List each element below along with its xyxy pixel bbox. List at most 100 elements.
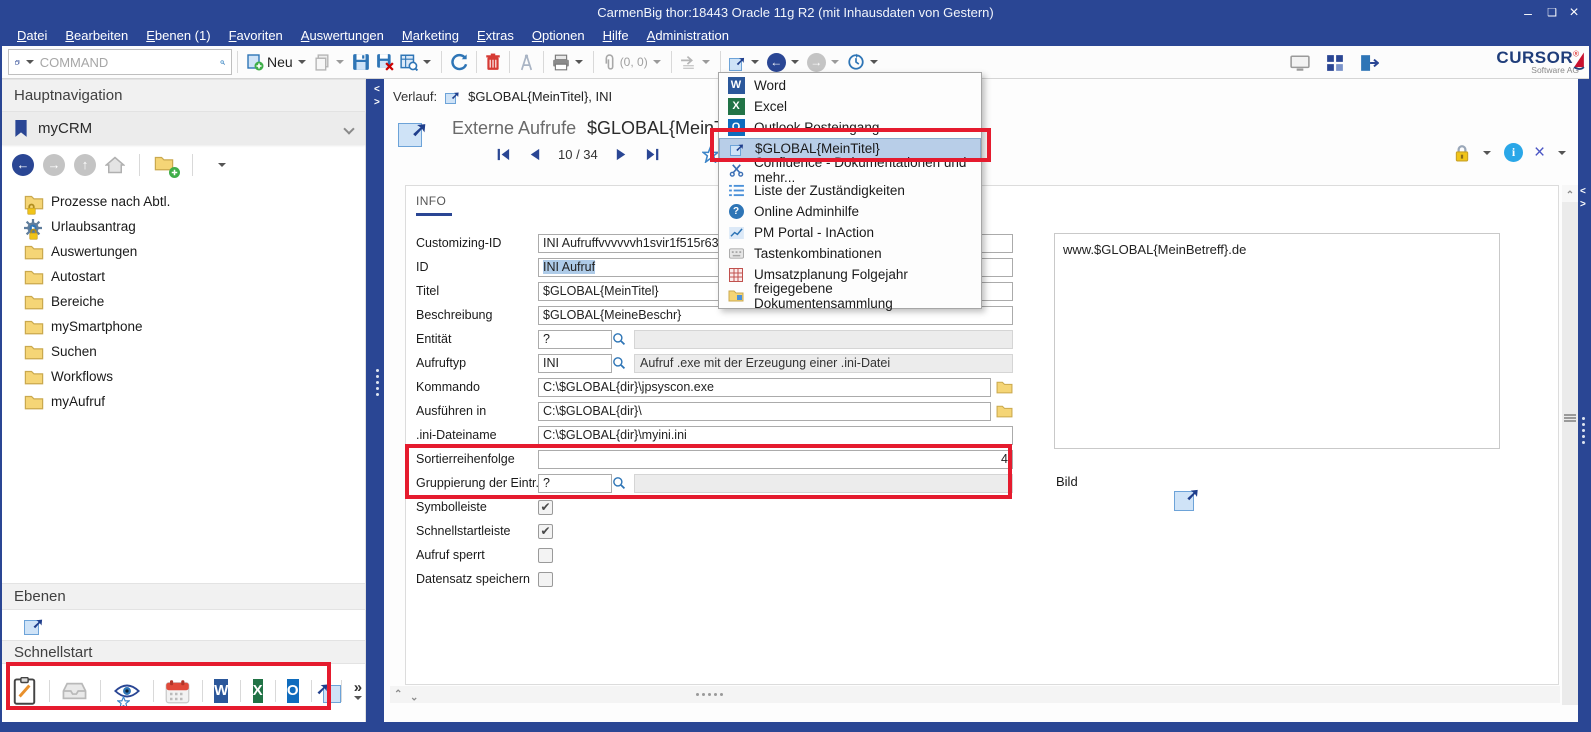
tiles-icon[interactable] — [1326, 54, 1344, 72]
send-dropdown-icon[interactable] — [702, 60, 710, 64]
tab-info[interactable]: INFO — [416, 194, 446, 208]
home-icon[interactable] — [105, 156, 125, 174]
previous-record-icon[interactable] — [528, 147, 541, 162]
forward-dropdown-icon[interactable] — [831, 60, 839, 64]
maximize-button[interactable]: ❑ — [1541, 5, 1563, 22]
copy-record-button[interactable] — [311, 52, 349, 73]
external-call-dropdown-icon[interactable] — [751, 60, 759, 64]
menu-extras[interactable]: Extras — [468, 26, 523, 46]
kommando-input[interactable]: C:\$GLOBAL{dir}\jpsyscon.exe — [538, 378, 991, 397]
schnellstartleiste-checkbox[interactable]: ✔ — [538, 524, 553, 539]
close-button[interactable]: × — [1563, 5, 1585, 22]
scrollbar-handle[interactable] — [1564, 413, 1576, 423]
menu-optionen[interactable]: Optionen — [523, 26, 594, 46]
relations-button[interactable] — [515, 52, 538, 73]
menu-favoriten[interactable]: Favoriten — [220, 26, 292, 46]
expand-right-icon[interactable]: > — [374, 98, 380, 108]
save-button[interactable] — [349, 51, 373, 73]
attachments-button[interactable]: (0, 0) — [599, 52, 666, 73]
collapse-left-icon[interactable]: < — [374, 85, 380, 95]
quickstart-watch-button[interactable] — [113, 682, 141, 700]
lock-dropdown-icon[interactable] — [1483, 151, 1491, 155]
monitor-icon[interactable] — [1290, 55, 1310, 72]
history-dropdown-icon[interactable] — [870, 60, 878, 64]
vertical-scrollbar[interactable]: ⌃ — [1562, 185, 1578, 705]
aufruftyp-lookup-button[interactable] — [612, 356, 634, 370]
panel-grip[interactable] — [696, 693, 723, 696]
quickstart-inbox-button[interactable] — [61, 681, 88, 701]
right-collapsed-panel[interactable]: < > — [1578, 79, 1589, 722]
attachments-dropdown-icon[interactable] — [653, 60, 661, 64]
chevron-down-icon[interactable] — [343, 123, 354, 134]
menu-ebenen[interactable]: Ebenen (1) — [137, 26, 219, 46]
external-call-button[interactable]: ➚ — [726, 52, 764, 73]
print-dropdown-icon[interactable] — [575, 60, 583, 64]
datensatz-speichern-checkbox[interactable] — [538, 572, 553, 587]
tree-item-myaufruf[interactable]: myAufruf — [2, 389, 365, 414]
command-input[interactable] — [40, 55, 216, 70]
scroll-up-button[interactable]: ⌃ — [1562, 185, 1578, 202]
tree-item-prozesse[interactable]: Prozesse nach Abtl. — [2, 189, 365, 214]
back-button[interactable]: ← — [764, 51, 804, 74]
menu-item-dokumentensammlung[interactable]: freigegebene Dokumentensammlung — [719, 285, 981, 306]
navigation-group-selector[interactable]: myCRM — [2, 112, 365, 145]
forward-button[interactable]: → — [804, 51, 844, 74]
menu-item-excel[interactable]: X Excel — [719, 96, 981, 117]
lock-icon[interactable] — [1454, 144, 1470, 162]
command-scope-dropdown-icon[interactable] — [26, 60, 34, 64]
tree-item-urlaubsantrag[interactable]: Urlaubsantrag — [2, 214, 365, 239]
menu-auswertungen[interactable]: Auswertungen — [292, 26, 393, 46]
kommando-browse-button[interactable] — [996, 380, 1013, 394]
next-record-icon[interactable] — [615, 147, 628, 162]
menu-item-tastenkombinationen[interactable]: Tastenkombinationen — [719, 243, 981, 264]
quickstart-excel-button excel-icon[interactable]: X — [253, 679, 263, 703]
tree-item-workflows[interactable]: Workflows — [2, 364, 365, 389]
add-folder-button[interactable] — [154, 155, 178, 175]
tree-item-autostart[interactable]: Autostart — [2, 264, 365, 289]
aufruf-sperrt-checkbox[interactable] — [538, 548, 553, 563]
copy-dropdown-icon[interactable] — [336, 60, 344, 64]
last-record-icon[interactable] — [645, 147, 660, 162]
splitter-grip[interactable] — [1582, 417, 1585, 444]
search-records-button[interactable] — [397, 51, 436, 73]
first-record-icon[interactable] — [496, 147, 511, 162]
symbolleiste-checkbox[interactable]: ✔ — [538, 500, 553, 515]
sortierreihenfolge-input[interactable]: 4 — [538, 450, 1013, 469]
info-icon[interactable]: i — [1504, 143, 1523, 162]
expand-right-icon[interactable]: > — [1580, 200, 1586, 210]
sidebar-splitter[interactable]: < > — [371, 79, 384, 722]
menu-datei[interactable]: Datei — [8, 26, 56, 46]
send-button[interactable] — [677, 53, 715, 72]
close-record-icon[interactable]: × — [1534, 145, 1545, 161]
scroll-right-button[interactable]: ⌃ — [410, 690, 418, 700]
quickstart-outlook-button outlook-icon[interactable]: O — [287, 679, 299, 703]
verlauf-value[interactable]: $GLOBAL{MeinTitel}, INI — [468, 89, 612, 104]
minimize-button[interactable]: – — [1517, 5, 1539, 22]
collapse-left-icon[interactable]: < — [1580, 187, 1586, 197]
nav-up-button[interactable]: ↑ — [74, 154, 96, 176]
url-textarea[interactable]: www.$GLOBAL{MeinBetreff}.de — [1054, 233, 1500, 449]
scroll-left-button[interactable]: ⌃ — [394, 690, 402, 700]
menu-item-outlook[interactable]: O Outlook Posteingang — [719, 117, 981, 138]
entitaet-lookup-button[interactable] — [612, 332, 634, 346]
search-dropdown-icon[interactable] — [423, 60, 431, 64]
menu-item-word[interactable]: W Word — [719, 75, 981, 96]
refresh-button[interactable] — [447, 51, 471, 73]
menu-item-confluence[interactable]: Confluence - Dokumentationen und mehr... — [719, 159, 981, 180]
ini-dateiname-input[interactable]: C:\$GLOBAL{dir}\myini.ini — [538, 426, 1013, 445]
ausfuehren-browse-button[interactable] — [996, 404, 1013, 418]
quickstart-word-button word-icon[interactable]: W — [214, 679, 228, 703]
quickstart-calendar-button[interactable] — [165, 679, 190, 704]
menu-item-pm-portal[interactable]: PM Portal - InAction — [719, 222, 981, 243]
back-dropdown-icon[interactable] — [791, 60, 799, 64]
quickstart-clipboard-button[interactable] — [12, 677, 37, 705]
close-dropdown-icon[interactable] — [1558, 151, 1566, 155]
splitter-grip[interactable] — [376, 369, 379, 396]
tree-item-mysmartphone[interactable]: mySmartphone — [2, 314, 365, 339]
menu-marketing[interactable]: Marketing — [393, 26, 468, 46]
nav-back-button[interactable]: ← — [12, 154, 34, 176]
bild-image[interactable]: ➚ — [1151, 466, 1223, 530]
nav-forward-button[interactable]: → — [43, 154, 65, 176]
gruppierung-lookup-button[interactable] — [612, 476, 634, 490]
new-record-button[interactable]: Neu — [243, 51, 311, 73]
